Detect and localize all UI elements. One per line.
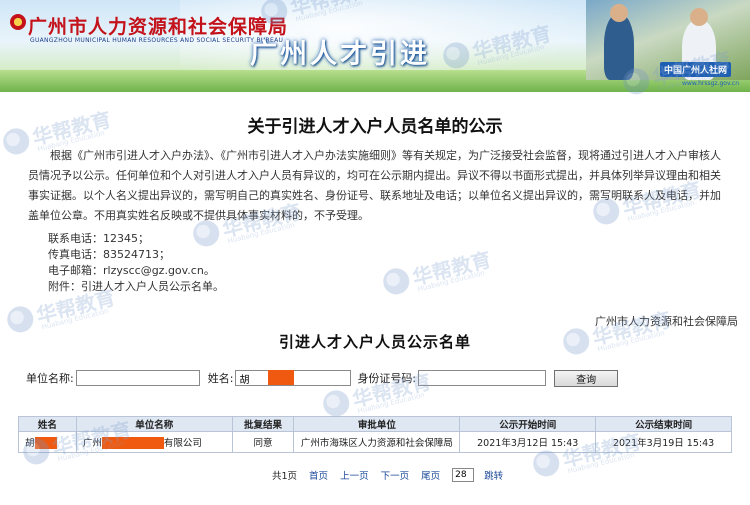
unit-prefix: 广州 xyxy=(82,437,102,449)
person-figure xyxy=(690,8,708,26)
watermark-logo-icon xyxy=(380,265,413,298)
notice-body: 根据《广州市引进人才入户办法》、《广州市引进人才入户办法实施细则》等有关规定，为… xyxy=(28,149,721,222)
cell-unit: 广州 有限公司 xyxy=(75,431,233,453)
unit-label: 单位名称: xyxy=(26,372,74,385)
table-row: 胡 广州 有限公司 同意 广州市海珠区人力资源和社会保障局 2021年3月12日 … xyxy=(18,431,732,453)
cell-approver: 广州市海珠区人力资源和社会保障局 xyxy=(293,431,461,453)
person-figure xyxy=(604,14,634,80)
search-form: 单位名称: 姓名: 身份证号码: 查询 xyxy=(26,369,619,387)
watermark-logo-icon xyxy=(320,387,353,420)
cell-start: 2021年3月12日 15:43 xyxy=(459,431,597,453)
signature: 广州市人力资源和社会保障局 xyxy=(595,315,738,328)
page-total: 共1页 xyxy=(272,471,298,482)
id-search-input[interactable] xyxy=(418,370,547,386)
id-label: 身份证号码: xyxy=(357,372,417,385)
result-table: 姓名 单位名称 批复结果 审批单位 公示开始时间 公示结束时间 胡 广州 有限公司… xyxy=(18,416,732,453)
emblem-icon xyxy=(10,14,26,30)
cell-name: 胡 xyxy=(18,431,77,453)
last-page-link[interactable]: 尾页 xyxy=(421,468,440,482)
name-label: 姓名: xyxy=(207,372,234,385)
next-page-link[interactable]: 下一页 xyxy=(381,468,410,482)
column-header-name: 姓名 xyxy=(18,416,77,432)
attachment-note: 附件：引进人才入户人员公示名单。 xyxy=(48,280,224,293)
column-header-approver: 审批单位 xyxy=(293,416,461,432)
contact-fax: 传真电话：83524713； xyxy=(48,248,170,261)
column-header-result: 批复结果 xyxy=(231,416,295,432)
org-name-en: GUANGZHOU MUNICIPAL HUMAN RESOURCES AND … xyxy=(30,37,284,44)
name-text: 胡 xyxy=(25,437,35,449)
contact-phone: 联系电话：12345； xyxy=(48,232,149,245)
redaction-mark xyxy=(101,437,164,450)
org-name: 广州市人力资源和社会保障局 xyxy=(28,17,289,38)
cell-result: 同意 xyxy=(231,431,295,453)
page-jump-input[interactable] xyxy=(452,468,475,482)
cell-end: 2021年3月19日 15:43 xyxy=(595,431,732,453)
unit-suffix: 有限公司 xyxy=(163,437,202,449)
site-banner: 广州市人力资源和社会保障局 GUANGZHOU MUNICIPAL HUMAN … xyxy=(0,0,750,92)
prev-page-link[interactable]: 上一页 xyxy=(340,468,369,482)
redaction-mark xyxy=(34,437,57,450)
query-button[interactable]: 查询 xyxy=(554,369,619,387)
partner-logo[interactable]: 中国广州人社网 xyxy=(660,62,732,77)
jump-link[interactable]: 跳转 xyxy=(484,468,503,482)
table-header-row: 姓名 单位名称 批复结果 审批单位 公示开始时间 公示结束时间 xyxy=(18,416,732,432)
notice-title: 关于引进人才入户人员名单的公示 xyxy=(247,117,503,136)
pagination: 共1页 首页 上一页 下一页 尾页 跳转 xyxy=(272,468,515,482)
column-header-start: 公示开始时间 xyxy=(459,416,597,432)
column-header-end: 公示结束时间 xyxy=(595,416,732,432)
partner-url: www.hrssgz.gov.cn xyxy=(682,80,740,87)
redaction-mark xyxy=(268,370,294,385)
contact-info: 联系电话：12345； 传真电话：83524713； 电子邮箱：rlzyscc@… xyxy=(48,231,224,295)
first-page-link[interactable]: 首页 xyxy=(309,468,328,482)
contact-email: 电子邮箱：rlzyscc@gz.gov.cn。 xyxy=(48,264,215,277)
person-figure xyxy=(610,4,628,22)
column-header-unit: 单位名称 xyxy=(75,416,233,432)
banner-title: 广州人才引进 xyxy=(250,39,430,69)
list-title: 引进人才入户人员公示名单 xyxy=(278,335,471,351)
unit-search-input[interactable] xyxy=(75,370,200,386)
